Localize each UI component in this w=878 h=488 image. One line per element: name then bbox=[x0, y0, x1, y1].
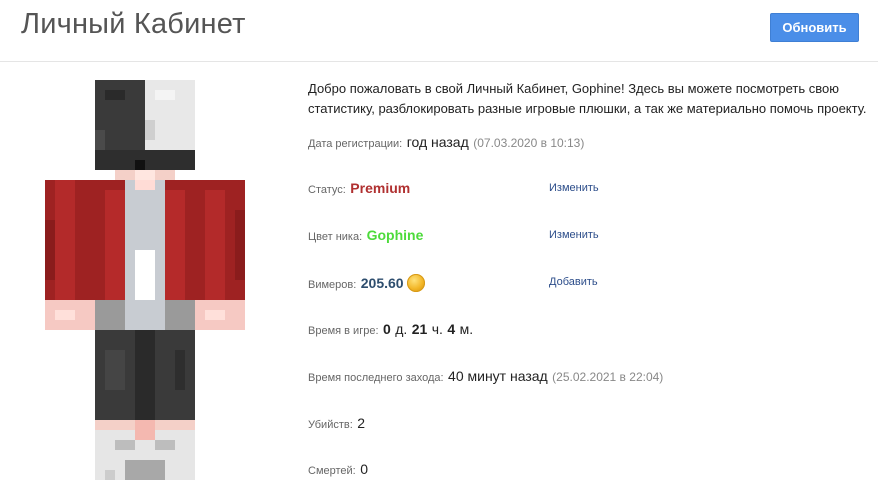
kills-label: Убийств: bbox=[308, 419, 353, 431]
vimers-row: Вимеров: 205.60 Добавить bbox=[308, 274, 874, 294]
playtime-label: Время в игре: bbox=[308, 325, 379, 337]
player-skin-image bbox=[45, 80, 245, 480]
vimers-value: 205.60 bbox=[360, 275, 404, 291]
playtime-hours: 21 bbox=[411, 321, 428, 337]
nick-color-value: Gophine bbox=[366, 227, 424, 243]
coin-icon bbox=[406, 274, 425, 292]
registration-value: год назад bbox=[406, 134, 469, 150]
last-login-date: (25.02.2021 в 22:04) bbox=[552, 370, 664, 384]
playtime-days-unit: д. bbox=[395, 321, 408, 337]
playtime-minutes-unit: м. bbox=[459, 321, 474, 337]
registration-row: Дата регистрации: год назад (07.03.2020 … bbox=[308, 134, 874, 154]
deaths-value: 0 bbox=[360, 461, 368, 477]
change-status-link[interactable]: Изменить bbox=[549, 182, 599, 194]
status-value: Premium bbox=[350, 180, 411, 196]
change-nick-color-link[interactable]: Изменить bbox=[549, 229, 599, 241]
kills-value: 2 bbox=[357, 415, 366, 431]
registration-date: (07.03.2020 в 10:13) bbox=[473, 136, 585, 150]
registration-label: Дата регистрации: bbox=[308, 138, 403, 150]
refresh-button[interactable]: Обновить bbox=[770, 13, 859, 42]
last-login-row: Время последнего захода: 40 минут назад … bbox=[308, 368, 874, 388]
last-login-label: Время последнего захода: bbox=[308, 372, 444, 384]
deaths-row: Смертей: 0 bbox=[308, 461, 874, 481]
last-login-value: 40 минут назад bbox=[448, 368, 548, 384]
page-header: Личный Кабинет Обновить bbox=[0, 0, 878, 62]
playtime-row: Время в игре: 0 д. 21 ч. 4 м. bbox=[308, 321, 874, 341]
welcome-text: Добро пожаловать в свой Личный Кабинет, … bbox=[308, 81, 867, 116]
playtime-minutes: 4 bbox=[447, 321, 456, 337]
nick-color-row: Цвет ника: Gophine Изменить bbox=[308, 227, 874, 247]
playtime-hours-unit: ч. bbox=[431, 321, 443, 337]
deaths-label: Смертей: bbox=[308, 465, 356, 477]
kills-row: Убийств: 2 bbox=[308, 415, 874, 435]
vimers-label: Вимеров: bbox=[308, 279, 357, 291]
add-vimers-link[interactable]: Добавить bbox=[549, 276, 598, 288]
status-label: Статус: bbox=[308, 184, 346, 196]
status-row: Статус: Premium Изменить bbox=[308, 180, 874, 200]
playtime-days: 0 bbox=[382, 321, 391, 337]
page-title: Личный Кабинет bbox=[21, 8, 246, 40]
nick-color-label: Цвет ника: bbox=[308, 231, 363, 243]
